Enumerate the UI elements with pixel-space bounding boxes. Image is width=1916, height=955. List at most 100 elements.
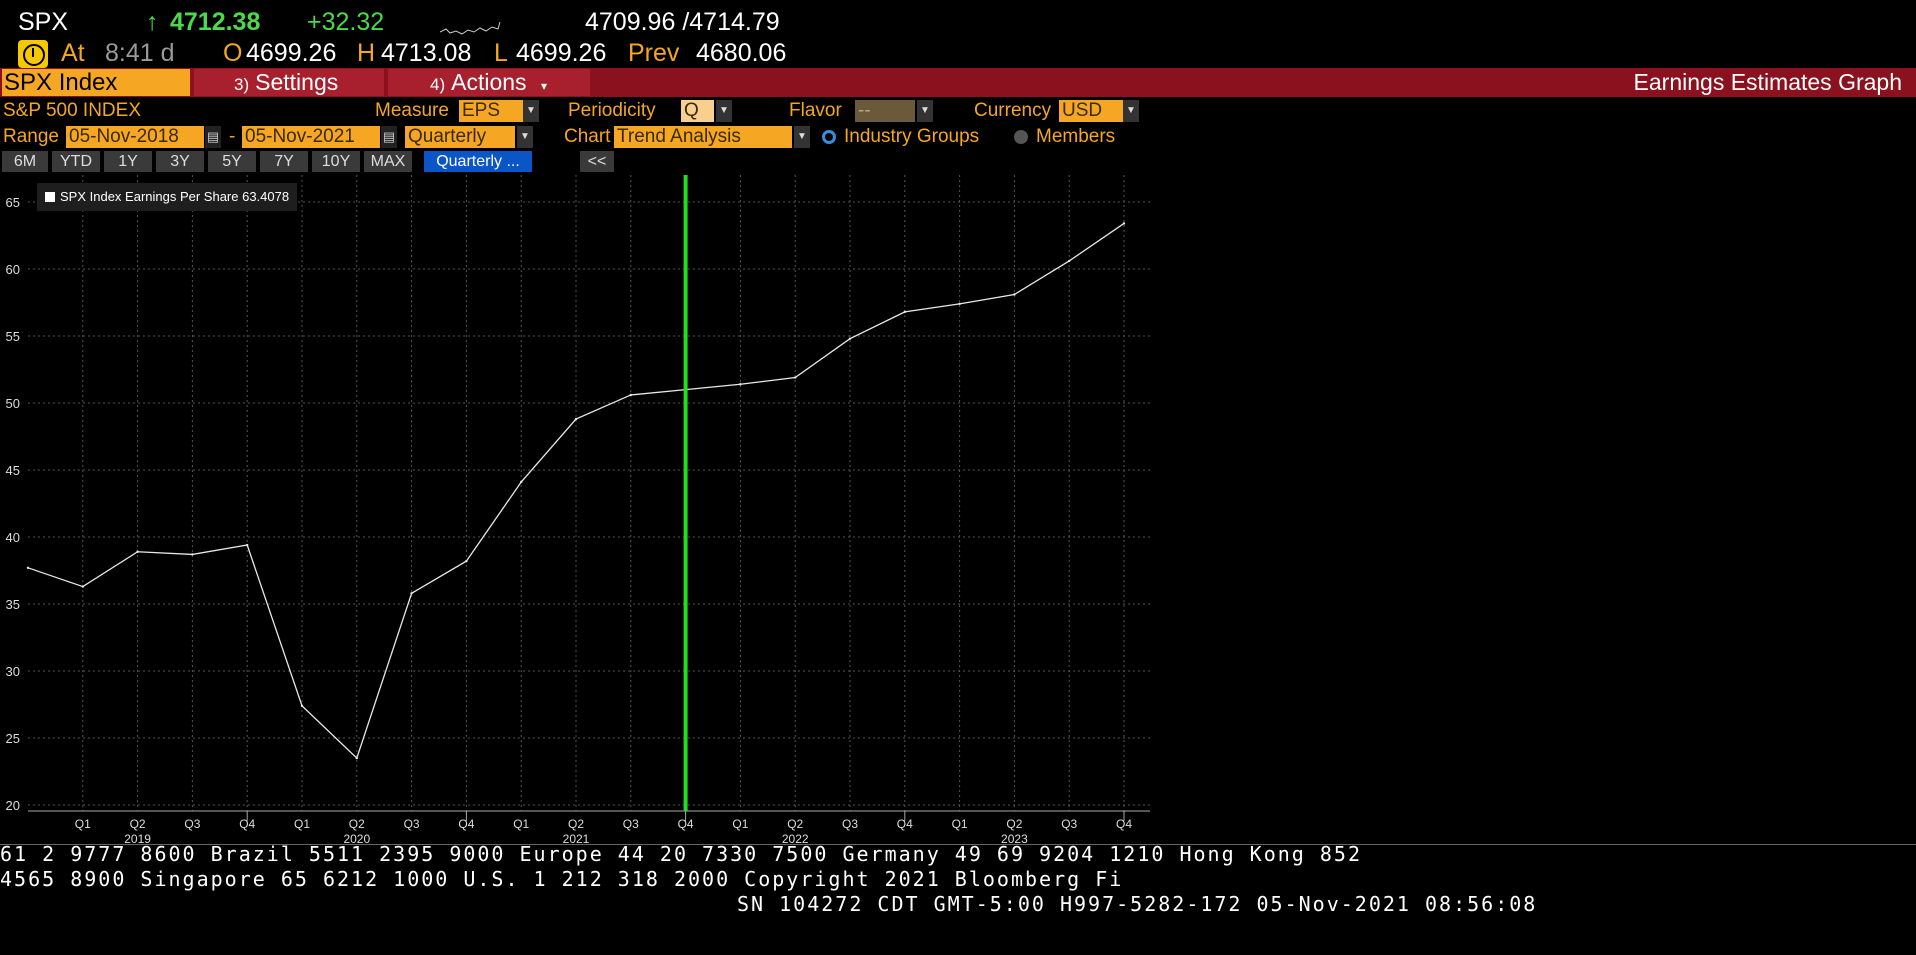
range-btn-6m[interactable]: 6M — [2, 151, 48, 172]
x-tick-label: Q2 — [1006, 817, 1022, 831]
range-end-input[interactable]: 05-Nov-2021 — [242, 126, 380, 148]
current-period-marker[interactable] — [683, 175, 688, 811]
range-btn-ytd[interactable]: YTD — [52, 151, 100, 172]
prev-value: 4680.06 — [696, 39, 787, 67]
x-tick-label: Q3 — [842, 817, 858, 831]
chart-label: Chart — [564, 126, 611, 147]
eps-point — [958, 302, 961, 306]
speedometer-icon[interactable] — [18, 40, 48, 68]
prev-label: Prev — [628, 39, 680, 67]
eps-chart: 20253035404550556065 Q1 Q2 Q3 Q4 Q1 Q2 Q3 Q4 Q1 Q… — [6, 175, 1150, 846]
page-title: Earnings Estimates Graph — [1633, 69, 1902, 95]
ticker-line-1: 61 2 9777 8600 Brazil 5511 2395 9000 Eur… — [0, 842, 1362, 866]
x-tick-label: Q3 — [623, 817, 639, 831]
security-symbol: SPX — [18, 8, 69, 36]
range-btn-3y[interactable]: 3Y — [156, 151, 204, 172]
collapse-button[interactable]: << — [580, 151, 614, 172]
x-tick-label: Q1 — [294, 817, 310, 831]
quote-time: 8:41 d — [105, 39, 175, 67]
chevron-down-icon[interactable]: ▼ — [517, 126, 533, 148]
measure-select[interactable]: EPS — [459, 100, 523, 122]
members-label[interactable]: Members — [1036, 126, 1115, 148]
range-label: Range — [3, 126, 59, 147]
legend-text: SPX Index Earnings Per Share 63.4078 — [60, 189, 290, 204]
x-tick-label: Q1 — [513, 817, 529, 831]
ticker-line-3: SN 104272 CDT GMT-5:00 H997-5282-172 05-… — [737, 892, 1538, 916]
range-separator: - — [229, 126, 236, 147]
range-btn-5y[interactable]: 5Y — [208, 151, 256, 172]
eps-point — [520, 480, 523, 484]
up-arrow-icon: ↑ — [146, 8, 159, 36]
members-radio[interactable] — [1014, 130, 1028, 144]
x-tick-label: Q1 — [732, 817, 748, 831]
eps-point — [300, 704, 304, 708]
eps-point — [465, 559, 468, 563]
range-btn-1y[interactable]: 1Y — [104, 151, 152, 172]
x-tick-label: Q1 — [75, 817, 91, 831]
range-start-input[interactable]: 05-Nov-2018 — [66, 126, 204, 148]
eps-point — [191, 553, 194, 556]
chart-legend[interactable]: SPX Index Earnings Per Share 63.4078 — [37, 183, 298, 211]
chevron-down-icon: ▾ — [540, 79, 547, 93]
eps-point — [739, 383, 742, 386]
periodicity-select[interactable]: Q — [681, 100, 714, 122]
flavor-label: Flavor — [789, 100, 842, 121]
y-tick-label: 45 — [6, 463, 20, 478]
x-tick-label: Q2 — [130, 817, 146, 831]
net-change: +32.32 — [307, 8, 385, 36]
currency-label: Currency — [974, 100, 1052, 121]
y-tick-label: 25 — [6, 731, 20, 746]
industry-groups-radio[interactable] — [822, 130, 836, 144]
eps-point — [903, 310, 906, 314]
chevron-down-icon[interactable]: ▼ — [917, 100, 933, 122]
actions-button[interactable]: 4) Actions ▾ — [388, 69, 590, 96]
calendar-icon[interactable]: ▤ — [205, 126, 221, 148]
y-tick-label: 35 — [6, 597, 20, 612]
chart-type-select[interactable]: Trend Analysis — [614, 126, 792, 148]
sparkline-icon — [440, 21, 501, 35]
range-btn-7y[interactable]: 7Y — [260, 151, 308, 172]
x-tick-label: Q3 — [184, 817, 200, 831]
y-tick-label: 65 — [6, 195, 20, 210]
x-tick-label: Q1 — [952, 817, 968, 831]
calendar-icon[interactable]: ▤ — [381, 126, 397, 148]
settings-button[interactable]: 3) Settings — [194, 69, 384, 96]
eps-point — [574, 417, 578, 421]
eps-point — [410, 592, 413, 595]
security-tab[interactable]: SPX Index — [2, 69, 190, 96]
chevron-down-icon[interactable]: ▼ — [716, 100, 732, 122]
actions-num: 4) — [430, 75, 446, 94]
y-tick-label: 60 — [6, 262, 20, 277]
eps-point — [26, 566, 30, 570]
chevron-down-icon[interactable]: ▼ — [794, 126, 810, 148]
industry-groups-label[interactable]: Industry Groups — [844, 126, 979, 148]
chevron-down-icon[interactable]: ▼ — [1123, 100, 1139, 122]
y-tick-label: 40 — [6, 530, 20, 545]
eps-point — [794, 376, 797, 379]
range-periodicity-select[interactable]: Quarterly — [405, 126, 515, 148]
range-btn-max[interactable]: MAX — [364, 151, 412, 172]
range-btn-10y[interactable]: 10Y — [312, 151, 360, 172]
x-tick-label: Q3 — [1061, 817, 1077, 831]
open-label: O — [223, 39, 243, 67]
eps-point — [1013, 293, 1016, 296]
y-tick-label: 50 — [6, 396, 20, 411]
flavor-select[interactable]: -- — [855, 100, 915, 122]
legend-swatch — [45, 192, 55, 202]
x-tick-label: Q2 — [349, 817, 365, 831]
bid-ask: 4709.96 /4714.79 — [585, 8, 780, 36]
y-tick-label: 30 — [6, 664, 20, 679]
periodicity-label: Periodicity — [568, 100, 656, 121]
security-name: S&P 500 INDEX — [3, 100, 142, 121]
currency-select[interactable]: USD — [1059, 100, 1123, 122]
settings-label: Settings — [255, 69, 339, 95]
range-btn-quarterly[interactable]: Quarterly ... — [424, 151, 532, 172]
low-value: 4699.26 — [516, 39, 607, 67]
settings-num: 3) — [234, 75, 250, 94]
eps-point — [629, 393, 632, 397]
chevron-down-icon[interactable]: ▼ — [523, 100, 539, 122]
at-label: At — [61, 39, 85, 67]
high-label: H — [357, 39, 376, 67]
eps-point — [848, 337, 852, 340]
x-tick-label: Q2 — [787, 817, 803, 831]
